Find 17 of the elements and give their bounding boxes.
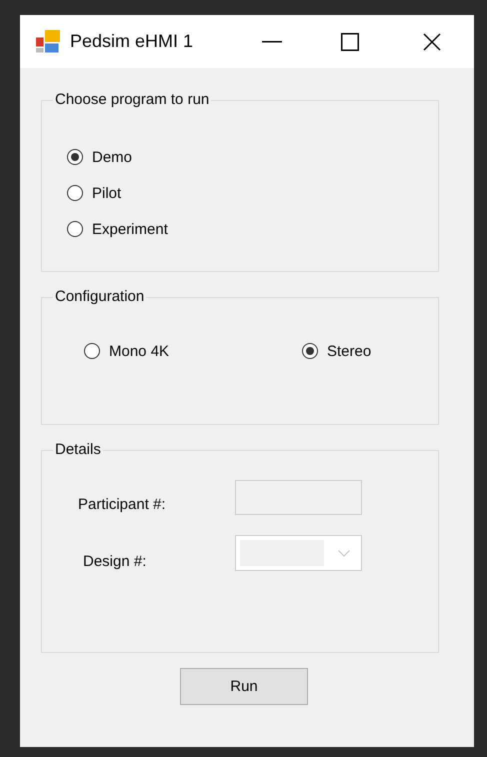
maximize-icon bbox=[341, 32, 359, 50]
minimize-icon bbox=[262, 40, 282, 42]
field-label: Participant #: bbox=[78, 496, 166, 512]
radio-button[interactable]: Stereo bbox=[302, 340, 372, 362]
radio-button[interactable]: Mono 4K bbox=[84, 340, 170, 362]
app-icon bbox=[36, 30, 60, 54]
radio-button[interactable]: Pilot bbox=[67, 182, 122, 204]
group-title: Details bbox=[54, 441, 102, 459]
radio-button[interactable]: Experiment bbox=[67, 218, 168, 240]
run-button[interactable]: Run bbox=[180, 668, 308, 705]
window-title: Pedsim eHMI 1 bbox=[70, 31, 194, 52]
field-label: Design #: bbox=[83, 552, 146, 570]
group-title: Choose program to run bbox=[54, 91, 210, 109]
chevron-down-icon bbox=[338, 550, 350, 556]
radio-button[interactable]: Demo bbox=[67, 146, 132, 168]
group-title: Configuration bbox=[54, 288, 146, 306]
close-icon bbox=[423, 32, 441, 50]
